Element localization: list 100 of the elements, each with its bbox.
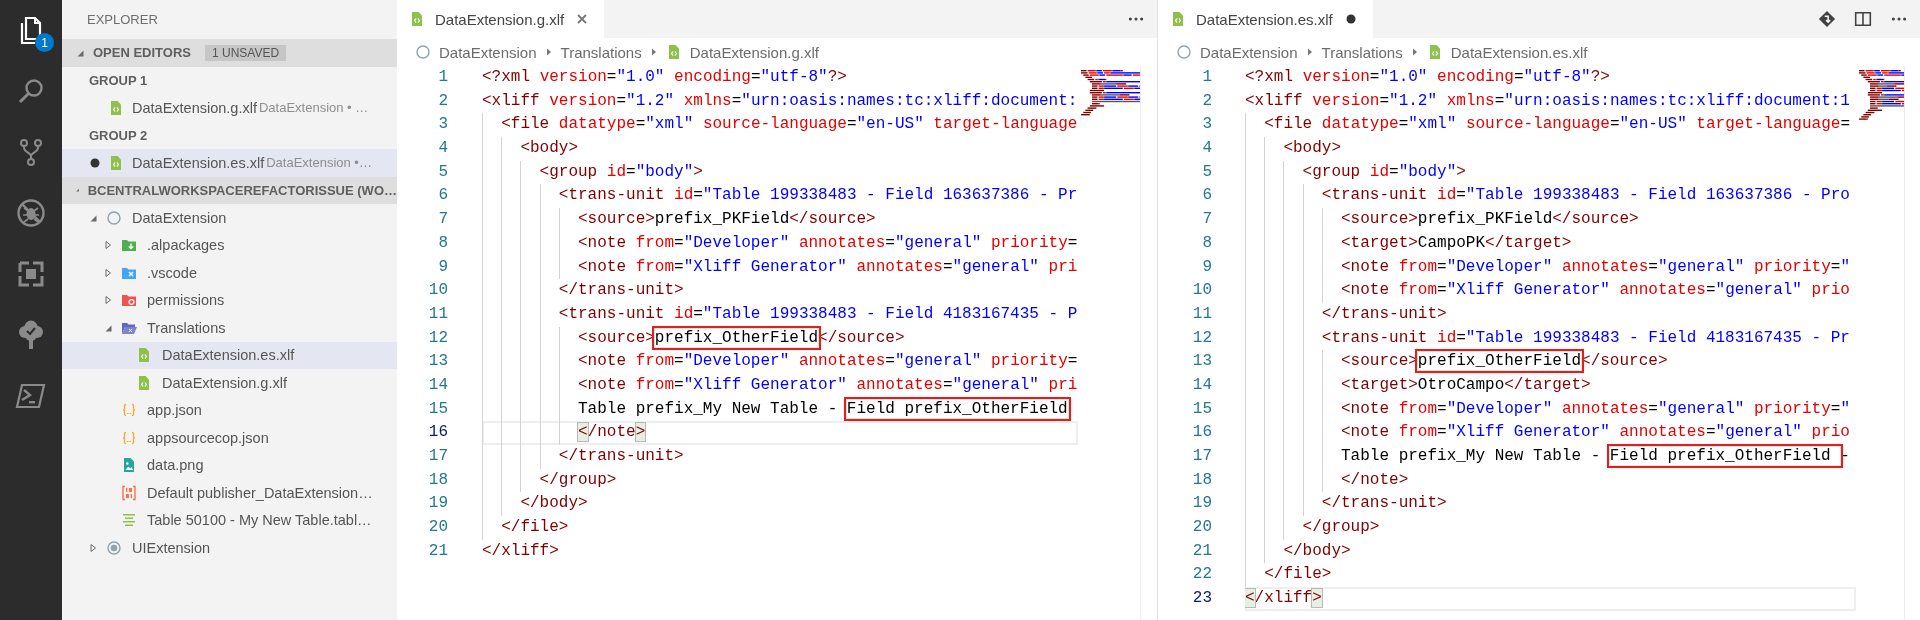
- tree-item[interactable]: DataExtension.g.xlf: [62, 369, 397, 397]
- line-number: 8: [1201, 232, 1212, 254]
- code-line: </trans-unit>: [482, 445, 1078, 469]
- line-number: 7: [1201, 209, 1212, 231]
- tree-item[interactable]: data.png: [62, 451, 397, 479]
- line-number: 11: [1191, 303, 1212, 325]
- breadcrumb[interactable]: DataExtension: [1176, 43, 1298, 61]
- xml-file-icon: [108, 99, 124, 116]
- xml-file-icon: [1170, 11, 1186, 27]
- line-number: 6: [1201, 185, 1212, 207]
- tree-item[interactable]: permissions: [62, 286, 397, 314]
- code-line: </xliff>: [1245, 587, 1856, 611]
- code-line: <xliff version="1.2" xmlns="urn:oasis:names:tc:xliff:document:1: [1245, 90, 1851, 112]
- breadcrumb[interactable]: Translations: [560, 43, 642, 61]
- diamond-arrow-icon[interactable]: [1818, 10, 1836, 28]
- image-file-icon: [121, 457, 137, 474]
- line-number: 2: [1201, 90, 1212, 112]
- tree-item[interactable]: DataExtension: [62, 204, 397, 232]
- line-number: 17: [427, 446, 448, 467]
- line-number: 3: [437, 114, 448, 136]
- bug-icon[interactable]: [15, 197, 47, 229]
- xml-file-icon: [108, 154, 124, 171]
- tree-item[interactable]: appsourcecop.json: [62, 424, 397, 452]
- tree-item[interactable]: Translations: [62, 314, 397, 342]
- tree-item[interactable]: .vscode: [62, 259, 397, 287]
- group-label: GROUP 1: [88, 71, 149, 90]
- breadcrumb[interactable]: Translations: [1321, 43, 1403, 61]
- binary-file-icon: [121, 484, 137, 501]
- circle-icon: [1176, 44, 1192, 60]
- open-editor-item[interactable]: DataExtension.g.xlf DataExtension • …: [62, 94, 397, 122]
- code-line: <trans-unit id="Table 199338483 - Field 163637386 - Pro: [1245, 184, 1856, 209]
- chevron-icon: [1305, 47, 1314, 57]
- line-number: 5: [437, 161, 448, 183]
- code-line: <file datatype="xml" source-language="en-US" target-language=: [1245, 113, 1856, 138]
- code-line: </trans-unit>: [1245, 492, 1856, 517]
- unsaved-badge: 1 UNSAVED: [205, 44, 287, 61]
- code-line: <trans-unit id="Table 199338483 - Field 163637386 - Pr: [482, 184, 1078, 209]
- line-number: 15: [1191, 398, 1212, 420]
- line-number: 6: [437, 185, 448, 207]
- breadcrumb[interactable]: DataExtension: [415, 43, 537, 61]
- line-number: 14: [427, 374, 448, 396]
- braces-icon: [121, 402, 137, 419]
- code-line: <source>prefix_PKField</source>: [1245, 208, 1856, 232]
- editor-tab[interactable]: DataExtension.g.xlf: [397, 0, 605, 38]
- split-editor-icon[interactable]: [1854, 10, 1872, 28]
- code-line: <note from="Xliff Generator" annotates="general" pri: [482, 373, 1078, 398]
- section-header[interactable]: BCENTRALWORKSPACEREFACTORISSUE (WO…: [62, 176, 397, 204]
- line-number: 13: [1191, 351, 1212, 373]
- code-line: <note from="Developer" annotates="general" priority=: [482, 231, 1078, 256]
- line-number: 14: [1191, 374, 1212, 396]
- line-number: 19: [1191, 493, 1212, 515]
- folder-icon: [121, 292, 137, 309]
- tree-item[interactable]: .alpackages: [62, 231, 397, 259]
- breadcrumb[interactable]: DataExtension.g.xlf: [665, 43, 819, 61]
- code-line: <trans-unit id="Table 199338483 - Field 4183167435 - P: [482, 302, 1078, 327]
- caret-icon[interactable]: [103, 295, 113, 306]
- tree-item[interactable]: app.json: [62, 396, 397, 424]
- code-line: </xliff>: [482, 540, 560, 562]
- open-editor-item[interactable]: DataExtension.es.xlfDataExtension •…: [62, 149, 397, 177]
- tree-item[interactable]: Table 50100 - My New Table.tabl…: [62, 506, 397, 534]
- section-header[interactable]: OPEN EDITORS 1 UNSAVED: [62, 39, 397, 67]
- caret-icon[interactable]: [103, 267, 113, 278]
- line-number: 15: [427, 398, 448, 420]
- line-number: 5: [1201, 161, 1212, 183]
- code-line: </trans-unit>: [1245, 302, 1856, 327]
- group-label: GROUP 2: [88, 126, 149, 145]
- code-line: <source>prefix_OtherField</source>: [482, 326, 1078, 351]
- code-line: </trans-unit>: [482, 279, 1078, 303]
- caret-icon[interactable]: [103, 240, 113, 251]
- chevron-icon: [649, 47, 658, 57]
- line-number: 17: [1191, 446, 1212, 467]
- editor-tab[interactable]: DataExtension.es.xlf: [1158, 0, 1373, 38]
- line-number: 9: [1201, 256, 1212, 278]
- line-number: 16: [427, 422, 448, 444]
- line-number: 23: [1191, 588, 1212, 610]
- target-icon: [106, 539, 122, 556]
- code-line: </note>: [482, 421, 1078, 445]
- line-number: 16: [1191, 422, 1212, 444]
- download-folder-icon: [121, 237, 137, 254]
- code-line: <target>CampoPK</target>: [1245, 231, 1856, 256]
- tree-item[interactable]: UIExtension: [62, 534, 397, 562]
- line-number: 4: [1201, 138, 1212, 160]
- code-line: </file>: [1245, 563, 1856, 588]
- line-number: 20: [427, 517, 448, 539]
- xml-file-icon: [409, 11, 425, 27]
- tree-item[interactable]: DataExtension.es.xlf: [62, 341, 397, 369]
- sidebar-title: EXPLORER: [86, 11, 159, 29]
- code-line: <trans-unit id="Table 199338483 - Field 4183167435 - Pr: [1245, 326, 1856, 351]
- line-number: 9: [437, 256, 448, 278]
- line-number: 18: [427, 469, 448, 491]
- line-number: 2: [437, 90, 448, 112]
- code-line: <note from="Developer" annotates="general" priority=: [482, 350, 1078, 374]
- breadcrumb[interactable]: DataExtension.es.xlf: [1426, 43, 1588, 61]
- code-line: <note from="Xliff Generator" annotates="general" pri: [482, 255, 1078, 280]
- caret-icon[interactable]: [88, 542, 98, 553]
- chevron-icon: [1410, 47, 1419, 57]
- circle-icon: [106, 209, 122, 226]
- line-number: 21: [1191, 540, 1212, 562]
- tree-item[interactable]: Default publisher_DataExtension…: [62, 479, 397, 507]
- line-number: 20: [1191, 517, 1212, 539]
